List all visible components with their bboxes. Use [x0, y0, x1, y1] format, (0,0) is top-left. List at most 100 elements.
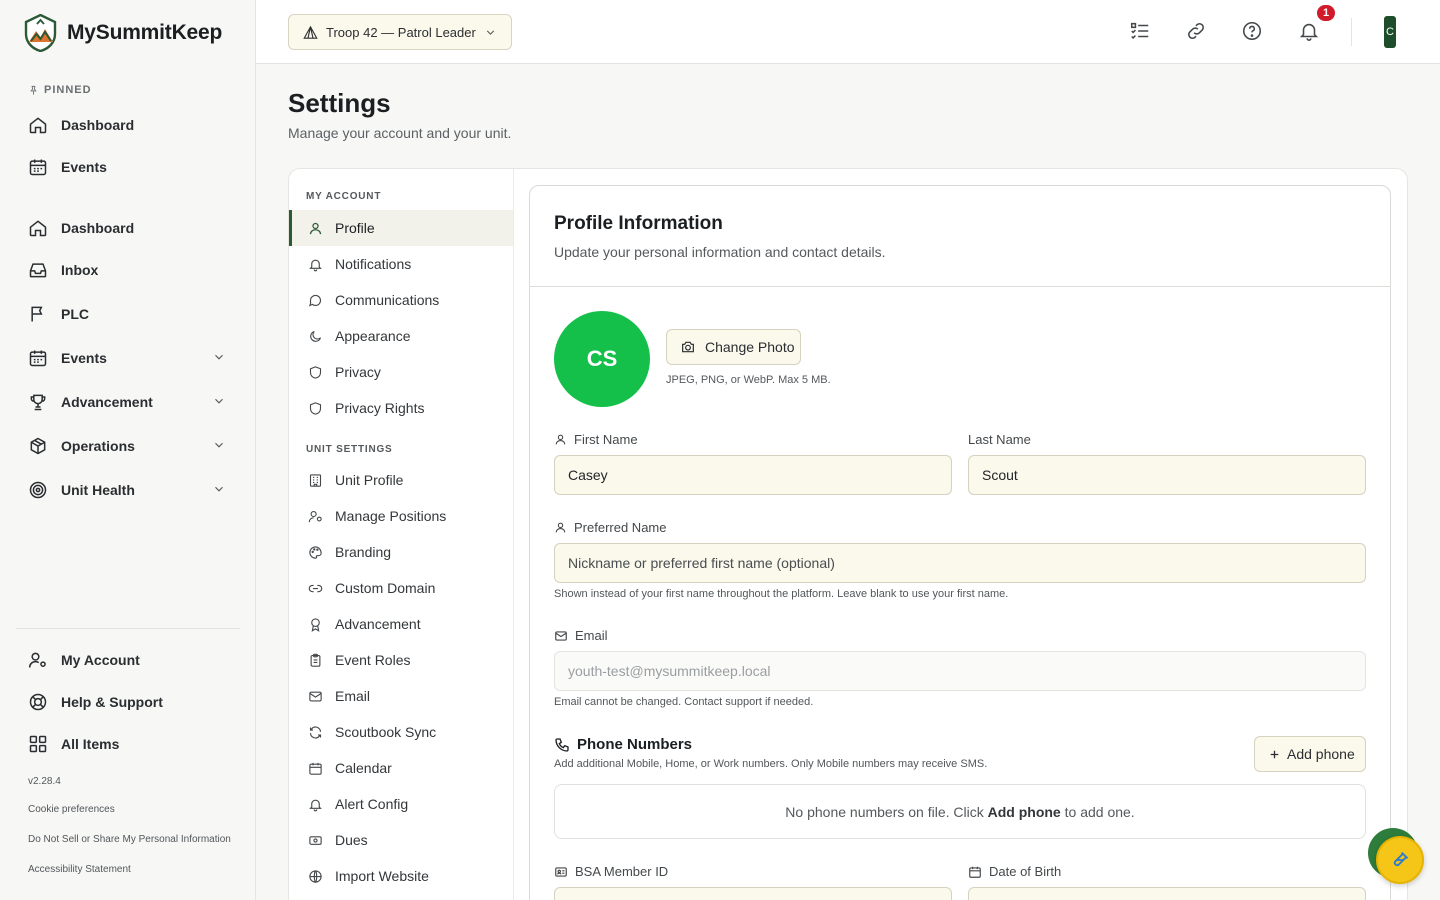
- dob-label-text: Date of Birth: [989, 864, 1062, 879]
- profile-subtitle: Update your personal information and con…: [554, 244, 886, 260]
- settings-tab-notifications[interactable]: Notifications: [289, 246, 513, 282]
- sidebar-item-label: Unit Health: [61, 482, 135, 498]
- chevron-down-icon[interactable]: [212, 482, 226, 496]
- bsa-member-id-field[interactable]: [554, 887, 952, 900]
- pinned-section-label: PINNED: [28, 84, 92, 96]
- sidebar-item-advancement[interactable]: Advancement: [16, 384, 240, 420]
- add-phone-button[interactable]: Add phone: [1254, 736, 1366, 772]
- sidebar-item-my-account[interactable]: My Account: [16, 642, 240, 678]
- settings-tab-custom-domain[interactable]: Custom Domain: [289, 570, 513, 606]
- preferred-name-label: Preferred Name: [554, 520, 666, 535]
- sidebar-item-label: Events: [61, 350, 107, 366]
- globe-icon: [308, 869, 323, 884]
- home-icon: [28, 218, 48, 238]
- settings-tab-email[interactable]: Email: [289, 678, 513, 714]
- settings-tab-profile[interactable]: Profile: [289, 210, 513, 246]
- unit-selector[interactable]: Troop 42 — Patrol Leader: [288, 14, 512, 50]
- plus-icon: [1268, 748, 1281, 761]
- settings-tab-scoutbook-sync[interactable]: Scoutbook Sync: [289, 714, 513, 750]
- email-label-text: Email: [575, 628, 608, 643]
- bell-icon[interactable]: [1298, 20, 1320, 42]
- sidebar-item-plc[interactable]: PLC: [16, 296, 240, 332]
- bell-icon: [308, 797, 323, 812]
- settings-tab-advancement[interactable]: Advancement: [289, 606, 513, 642]
- phone-empty-link[interactable]: Add phone: [988, 804, 1061, 820]
- settings-tab-privacy-rights[interactable]: Privacy Rights: [289, 390, 513, 426]
- moon-icon: [308, 329, 323, 344]
- top-bar: Troop 42 — Patrol Leader 1 C: [256, 0, 1440, 64]
- feedback-fab[interactable]: [1376, 836, 1424, 884]
- change-photo-button[interactable]: Change Photo: [666, 329, 801, 365]
- sidebar-item-label: Inbox: [61, 262, 99, 278]
- settings-tab-calendar[interactable]: Calendar: [289, 750, 513, 786]
- settings-tab-event-roles[interactable]: Event Roles: [289, 642, 513, 678]
- flag-icon: [28, 304, 48, 324]
- last-name-label: Last Name: [968, 432, 1031, 447]
- settings-tab-import-website[interactable]: Import Website: [289, 858, 513, 894]
- cookie-preferences-link[interactable]: Cookie preferences: [28, 804, 115, 815]
- id-card-icon: [554, 865, 568, 879]
- chevron-down-icon[interactable]: [212, 394, 226, 408]
- pin-icon: [28, 85, 39, 96]
- settings-tab-unit-profile[interactable]: Unit Profile: [289, 462, 513, 498]
- do-not-sell-link[interactable]: Do Not Sell or Share My Personal Informa…: [28, 834, 231, 845]
- checklist-icon[interactable]: [1129, 20, 1151, 42]
- settings-tab-label: Dues: [335, 832, 368, 848]
- settings-tab-manage-positions[interactable]: Manage Positions: [289, 498, 513, 534]
- settings-tab-dues[interactable]: Dues: [289, 822, 513, 858]
- sidebar-item-events[interactable]: Events: [16, 340, 240, 376]
- pinned-item-label: Events: [61, 159, 107, 175]
- link-icon: [308, 581, 323, 596]
- settings-tab-label: Privacy Rights: [335, 400, 425, 416]
- sidebar-item-label: Help & Support: [61, 694, 163, 710]
- help-circle-icon[interactable]: [1241, 20, 1263, 42]
- sidebar-item-operations[interactable]: Operations: [16, 428, 240, 464]
- pinned-item-dashboard[interactable]: Dashboard: [16, 107, 240, 143]
- unit-settings-group-label: UNIT SETTINGS: [306, 444, 393, 455]
- date-of-birth-label: Date of Birth: [968, 864, 1061, 879]
- sidebar-item-inbox[interactable]: Inbox: [16, 252, 240, 288]
- brand-logo[interactable]: MySummitKeep: [24, 14, 222, 52]
- settings-tab-label: Appearance: [335, 328, 411, 344]
- email-field: youth-test@mysummitkeep.local: [554, 651, 1366, 691]
- settings-tab-communications[interactable]: Communications: [289, 282, 513, 318]
- settings-tab-branding[interactable]: Branding: [289, 534, 513, 570]
- unit-selector-label: Troop 42 — Patrol Leader: [326, 24, 476, 40]
- settings-tab-alert-config[interactable]: Alert Config: [289, 786, 513, 822]
- first-name-field[interactable]: Casey: [554, 455, 952, 495]
- sidebar-item-all-items[interactable]: All Items: [16, 726, 240, 762]
- chevron-down-icon: [484, 26, 497, 39]
- award-icon: [308, 617, 323, 632]
- settings-tab-label: Calendar: [335, 760, 392, 776]
- settings-tab-label: Event Roles: [335, 652, 411, 668]
- tent-icon: [303, 25, 318, 40]
- bsa-label-text: BSA Member ID: [575, 864, 669, 879]
- chevron-down-icon[interactable]: [212, 438, 226, 452]
- user-gear-icon: [28, 650, 48, 670]
- pinned-item-events[interactable]: Events: [16, 149, 240, 185]
- user-avatar[interactable]: C: [1384, 16, 1396, 48]
- sidebar-item-dashboard[interactable]: Dashboard: [16, 210, 240, 246]
- settings-tab-label: Email: [335, 688, 371, 704]
- bsa-member-id-label: BSA Member ID: [554, 864, 668, 879]
- topbar-divider: [1351, 18, 1352, 46]
- settings-tab-privacy[interactable]: Privacy: [289, 354, 513, 390]
- app-version: v2.28.4: [28, 776, 61, 787]
- preferred-name-field[interactable]: Nickname or preferred first name (option…: [554, 543, 1366, 583]
- last-name-field[interactable]: Scout: [968, 455, 1366, 495]
- page-subtitle: Manage your account and your unit.: [288, 125, 512, 141]
- sidebar: MySummitKeep PINNED Dashboard Events Das…: [0, 0, 256, 900]
- accessibility-link[interactable]: Accessibility Statement: [28, 864, 131, 875]
- settings-tab-appearance[interactable]: Appearance: [289, 318, 513, 354]
- calendar-icon: [308, 761, 323, 776]
- settings-tab-label: Custom Domain: [335, 580, 436, 596]
- date-of-birth-field[interactable]: [968, 887, 1366, 900]
- sidebar-item-label: My Account: [61, 652, 140, 668]
- inbox-icon: [28, 260, 48, 280]
- phone-empty-text-end: to add one.: [1064, 803, 1135, 820]
- building-icon: [308, 473, 323, 488]
- sidebar-item-help-support[interactable]: Help & Support: [16, 684, 240, 720]
- sidebar-item-unit-health[interactable]: Unit Health: [16, 472, 240, 508]
- chevron-down-icon[interactable]: [212, 350, 226, 364]
- link-icon[interactable]: [1185, 20, 1207, 42]
